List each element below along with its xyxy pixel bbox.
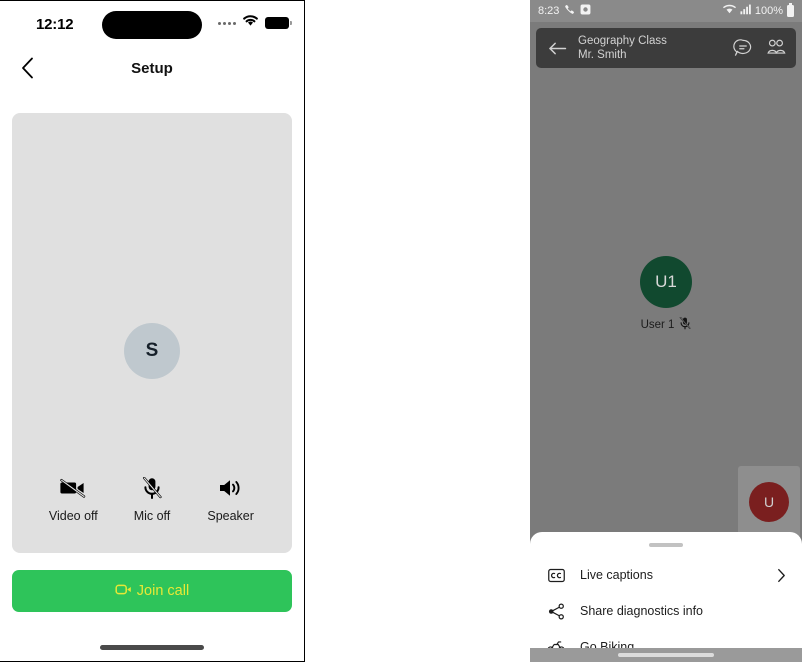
people-icon[interactable] — [765, 38, 786, 58]
call-subtitle: Mr. Smith — [578, 49, 627, 61]
video-toggle-button[interactable]: Video off — [37, 476, 109, 523]
join-call-label: Join call — [136, 583, 190, 599]
signal-bars-icon — [740, 4, 751, 18]
battery-full-icon — [265, 17, 292, 29]
cellular-dots-icon — [218, 21, 236, 25]
android-status-right: 100% — [723, 3, 794, 18]
participant-label: User 1 — [640, 316, 692, 333]
gesture-nav-bar — [530, 648, 802, 662]
call-controls: Video off Mic off Speaker — [12, 476, 292, 523]
battery-percent-label: 100% — [754, 5, 783, 17]
arrow-left-icon — [548, 42, 566, 54]
bottom-sheet-menu: Live captions Share diagnostics info Go … — [530, 532, 802, 654]
page-title: Setup — [131, 59, 173, 77]
dynamic-island — [102, 11, 202, 39]
sheet-grabber[interactable] — [649, 543, 683, 547]
video-off-icon — [60, 476, 86, 500]
mic-off-icon — [142, 476, 162, 500]
avatar: U — [749, 482, 789, 522]
android-clock: 8:23 — [538, 5, 560, 17]
chevron-left-icon — [21, 57, 33, 79]
home-indicator — [100, 645, 204, 650]
screenshot-stage: 12:12 Setup S Video off Mic off Speaker … — [0, 0, 802, 662]
call-header: Geography Class Mr. Smith — [536, 28, 796, 68]
battery-full-icon — [787, 3, 794, 17]
avatar: U1 — [640, 256, 692, 308]
avatar: S — [124, 323, 180, 379]
participant-name: User 1 — [640, 319, 675, 331]
android-call-phone: 8:23 100% Geography Class Mr. Smith U1 U… — [530, 0, 802, 662]
self-view-tile[interactable]: U — [738, 466, 800, 538]
chat-bubble-icon[interactable] — [733, 38, 753, 58]
back-button[interactable] — [546, 37, 568, 59]
control-label: Speaker — [207, 509, 254, 523]
header-actions — [733, 38, 786, 58]
join-call-button[interactable]: Join call — [12, 570, 292, 612]
android-status-bar: 8:23 100% — [530, 0, 802, 22]
call-title: Geography Class — [578, 34, 667, 47]
video-camera-icon — [115, 582, 132, 600]
mic-toggle-button[interactable]: Mic off — [116, 476, 188, 523]
control-label: Mic off — [133, 509, 171, 523]
speaker-toggle-button[interactable]: Speaker — [195, 476, 267, 523]
gesture-nav-pill[interactable] — [618, 653, 714, 657]
ios-status-icons — [218, 14, 292, 32]
call-title-block: Geography Class Mr. Smith — [578, 34, 723, 63]
ios-setup-phone: 12:12 Setup S Video off Mic off Speaker … — [0, 0, 305, 662]
control-label: Video off — [48, 509, 98, 523]
remote-participant: U1 User 1 — [640, 256, 692, 333]
closed-captions-icon — [546, 568, 566, 583]
menu-item-label: Live captions — [580, 568, 653, 582]
wifi-icon — [723, 4, 736, 18]
share-nodes-icon — [546, 603, 566, 620]
wifi-icon — [242, 14, 259, 32]
ios-status-bar: 12:12 — [0, 0, 304, 48]
call-video-stage: U1 User 1 U Live captions Share diagnost… — [530, 76, 802, 662]
menu-item-live-captions[interactable]: Live captions — [530, 557, 802, 593]
chevron-right-icon — [777, 568, 786, 583]
camera-icon — [580, 4, 591, 18]
menu-item-share-diagnostics[interactable]: Share diagnostics info — [530, 593, 802, 629]
phone-icon — [564, 4, 575, 18]
video-preview-card: S Video off Mic off Speaker — [12, 113, 292, 553]
menu-item-label: Share diagnostics info — [580, 604, 703, 618]
mic-off-icon — [679, 316, 691, 333]
ios-clock: 12:12 — [36, 16, 74, 33]
speaker-icon — [218, 476, 244, 500]
ios-nav-bar: Setup — [0, 48, 304, 88]
android-status-left: 8:23 — [538, 4, 591, 18]
back-button[interactable] — [12, 53, 42, 83]
